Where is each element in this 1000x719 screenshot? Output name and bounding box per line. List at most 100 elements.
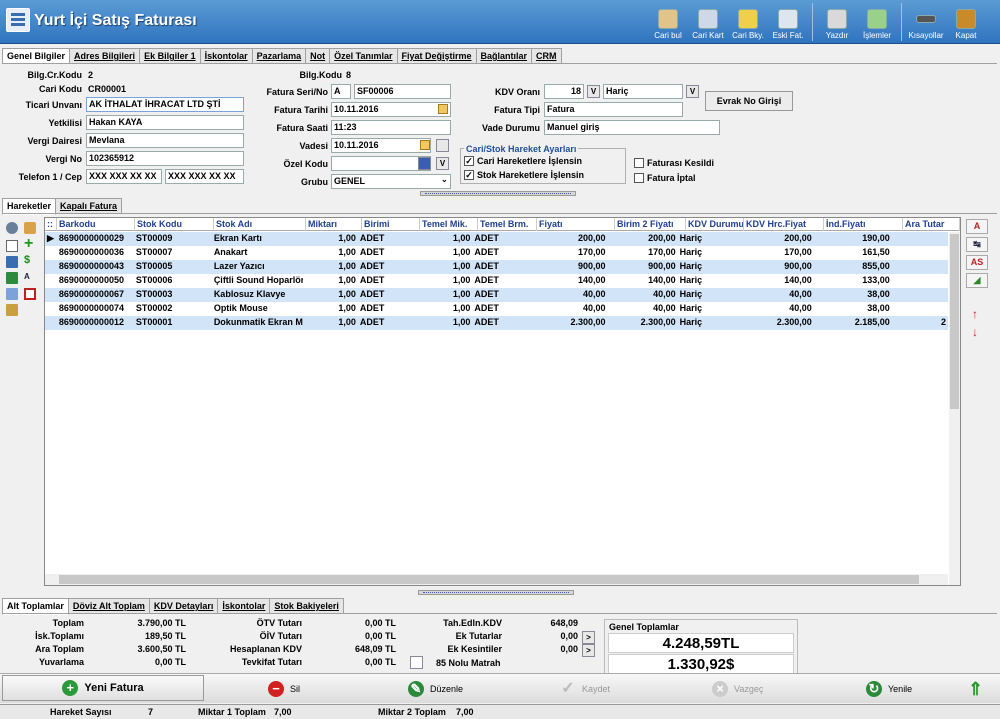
table-cell[interactable]: 900,00 [608,260,678,274]
font-a-button[interactable]: A [966,219,988,234]
cep-field[interactable]: XXX XXX XX XX [165,169,244,184]
vertical-scrollbar[interactable] [949,232,960,585]
toolbar-cari-kart-button[interactable]: Cari Kart [688,2,728,42]
grid-splitter[interactable] [418,590,574,595]
tab-kdv-detaylari[interactable]: KDV Detayları [148,598,219,614]
faturasi-kesildi-checkbox[interactable]: Faturası Kesildi [634,158,714,168]
yetkilisi-field[interactable]: Hakan KAYA [86,115,244,130]
new-document-icon[interactable] [6,240,18,252]
copy-icon[interactable] [6,304,18,316]
toolbar-kapat-button[interactable]: Kapat [946,2,986,42]
add-box-icon[interactable] [6,272,18,284]
toolbar-cari-bul-button[interactable]: Cari bul [648,2,688,42]
table-cell[interactable]: ADET [358,260,415,274]
table-cell[interactable]: Hariç [678,232,735,246]
table-cell[interactable]: 2.185,00 [814,316,892,330]
table-cell[interactable] [892,260,948,274]
table-cell[interactable]: 1,00 [415,274,472,288]
add-row-icon[interactable]: + [24,236,36,252]
dollar-icon[interactable]: $ [24,254,36,266]
table-row[interactable]: 8690000000074 ST00002 Optik Mouse 1,00 ADET 1… [45,302,948,316]
kaydet-button[interactable]: ✓ Kaydet [560,677,610,701]
table-cell[interactable]: ADET [472,260,530,274]
document-list-icon[interactable] [6,256,18,268]
table-cell[interactable]: 40,00 [608,288,678,302]
scroll-top-arrow-icon[interactable]: ⇑ [968,677,983,701]
vadesi-field[interactable]: 10.11.2016 [331,138,431,153]
column-header[interactable]: İnd.Fiyatı [824,218,903,231]
move-down-arrow-icon[interactable]: ↓ [972,325,978,339]
table-cell[interactable]: 2.300,00 [735,316,814,330]
table-cell[interactable]: 1,00 [415,316,472,330]
table-cell[interactable]: Anakart [212,246,303,260]
stok-hareket-checkbox[interactable]: ✓ Stok Hareketlere İşlensin [464,170,584,180]
table-cell[interactable] [892,302,948,316]
ek-tutarlar-more-button[interactable]: > [582,631,595,644]
table-cell[interactable]: Hariç [678,288,735,302]
tab-doviz-alt-toplam[interactable]: Döviz Alt Toplam [67,598,150,614]
tab-iskontolar-bottom[interactable]: İskontolar [217,598,271,614]
table-cell[interactable]: 40,00 [608,302,678,316]
tab-baglantilar[interactable]: Bağlantılar [475,48,533,64]
table-cell[interactable]: 200,00 [608,232,678,246]
toolbar-cari-bky-button[interactable]: Cari Bky. [728,2,768,42]
column-header[interactable]: Barkodu [57,218,135,231]
column-header[interactable]: KDV Durumu [686,218,744,231]
vergi-no-field[interactable]: 102365912 [86,151,244,166]
stop-box-icon[interactable] [24,288,36,300]
table-cell[interactable] [892,274,948,288]
table-cell[interactable]: 1,00 [415,288,472,302]
table-cell[interactable]: ADET [358,302,415,316]
toolbar-eski-fat-button[interactable]: Eski Fat. [768,2,808,42]
table-row[interactable]: 8690000000067 ST00003 Kablosuz Klavye 1,00 A… [45,288,948,302]
vade-durumu-select[interactable]: Manuel giriş [544,120,720,135]
column-header[interactable]: KDV Hrc.Fiyat [744,218,824,231]
tab-adres-bilgileri[interactable]: Adres Bilgileri [69,48,141,64]
toolbar-kisayollar-button[interactable]: Kısayollar [906,2,946,42]
table-cell[interactable] [892,288,948,302]
table-cell[interactable]: 855,00 [814,260,892,274]
table-cell[interactable]: ADET [472,302,530,316]
table-cell[interactable]: 900,00 [735,260,814,274]
table-cell[interactable]: 1,00 [303,274,358,288]
table-cell[interactable]: 900,00 [531,260,608,274]
table-cell[interactable]: ADET [358,246,415,260]
table-cell[interactable]: 38,00 [814,288,892,302]
table-cell[interactable]: 1,00 [303,302,358,316]
toolbar-islemler-button[interactable]: İşlemler [857,2,897,42]
table-cell[interactable]: ST00009 [134,232,212,246]
text-replace-icon[interactable]: ↹ [966,237,988,252]
horizontal-scroll-thumb[interactable] [59,575,919,584]
form-splitter[interactable] [420,191,576,196]
table-cell[interactable]: 190,00 [814,232,892,246]
tab-stok-bakiyeleri[interactable]: Stok Bakiyeleri [269,598,344,614]
table-cell[interactable]: 40,00 [735,288,814,302]
column-header[interactable]: Temel Brm. [478,218,537,231]
yenile-button[interactable]: ↻ Yenile [866,677,912,701]
toolbar-yazdir-button[interactable]: Yazdır [817,2,857,42]
table-row[interactable]: 8690000000036 ST00007 Anakart 1,00 ADET 1,00 A… [45,246,948,260]
table-row[interactable]: ▶ 8690000000029 ST00009 Ekran Kartı 1,00 ADET… [45,232,948,246]
yeni-fatura-button[interactable]: + Yeni Fatura [2,675,204,701]
table-cell[interactable]: 8690000000036 [57,246,134,260]
fatura-tarihi-field[interactable]: 10.11.2016 [331,102,451,117]
ozel-kodu-v-button[interactable]: V [436,157,449,170]
binoculars-icon[interactable] [6,288,18,300]
lookup-icon[interactable] [418,157,431,170]
table-row[interactable]: 8690000000050 ST00006 Çiftli Sound Hoparlö… [45,274,948,288]
vertical-scroll-thumb[interactable] [950,234,959,409]
table-cell[interactable]: 8690000000043 [57,260,134,274]
cari-hareket-checkbox[interactable]: ✓ Cari Hareketlere İşlensin [464,156,582,166]
table-cell[interactable]: 8690000000050 [57,274,134,288]
table-cell[interactable]: 133,00 [814,274,892,288]
table-cell[interactable]: 1,00 [303,232,358,246]
table-cell[interactable]: ST00005 [134,260,212,274]
document-icon[interactable] [410,656,423,669]
table-cell[interactable]: 140,00 [735,274,814,288]
table-cell[interactable]: 2.300,00 [531,316,608,330]
table-cell[interactable]: 200,00 [735,232,814,246]
table-cell[interactable]: ST00001 [134,316,212,330]
table-cell[interactable]: Hariç [678,274,735,288]
table-cell[interactable] [892,232,948,246]
table-cell[interactable]: Lazer Yazıcı [212,260,303,274]
